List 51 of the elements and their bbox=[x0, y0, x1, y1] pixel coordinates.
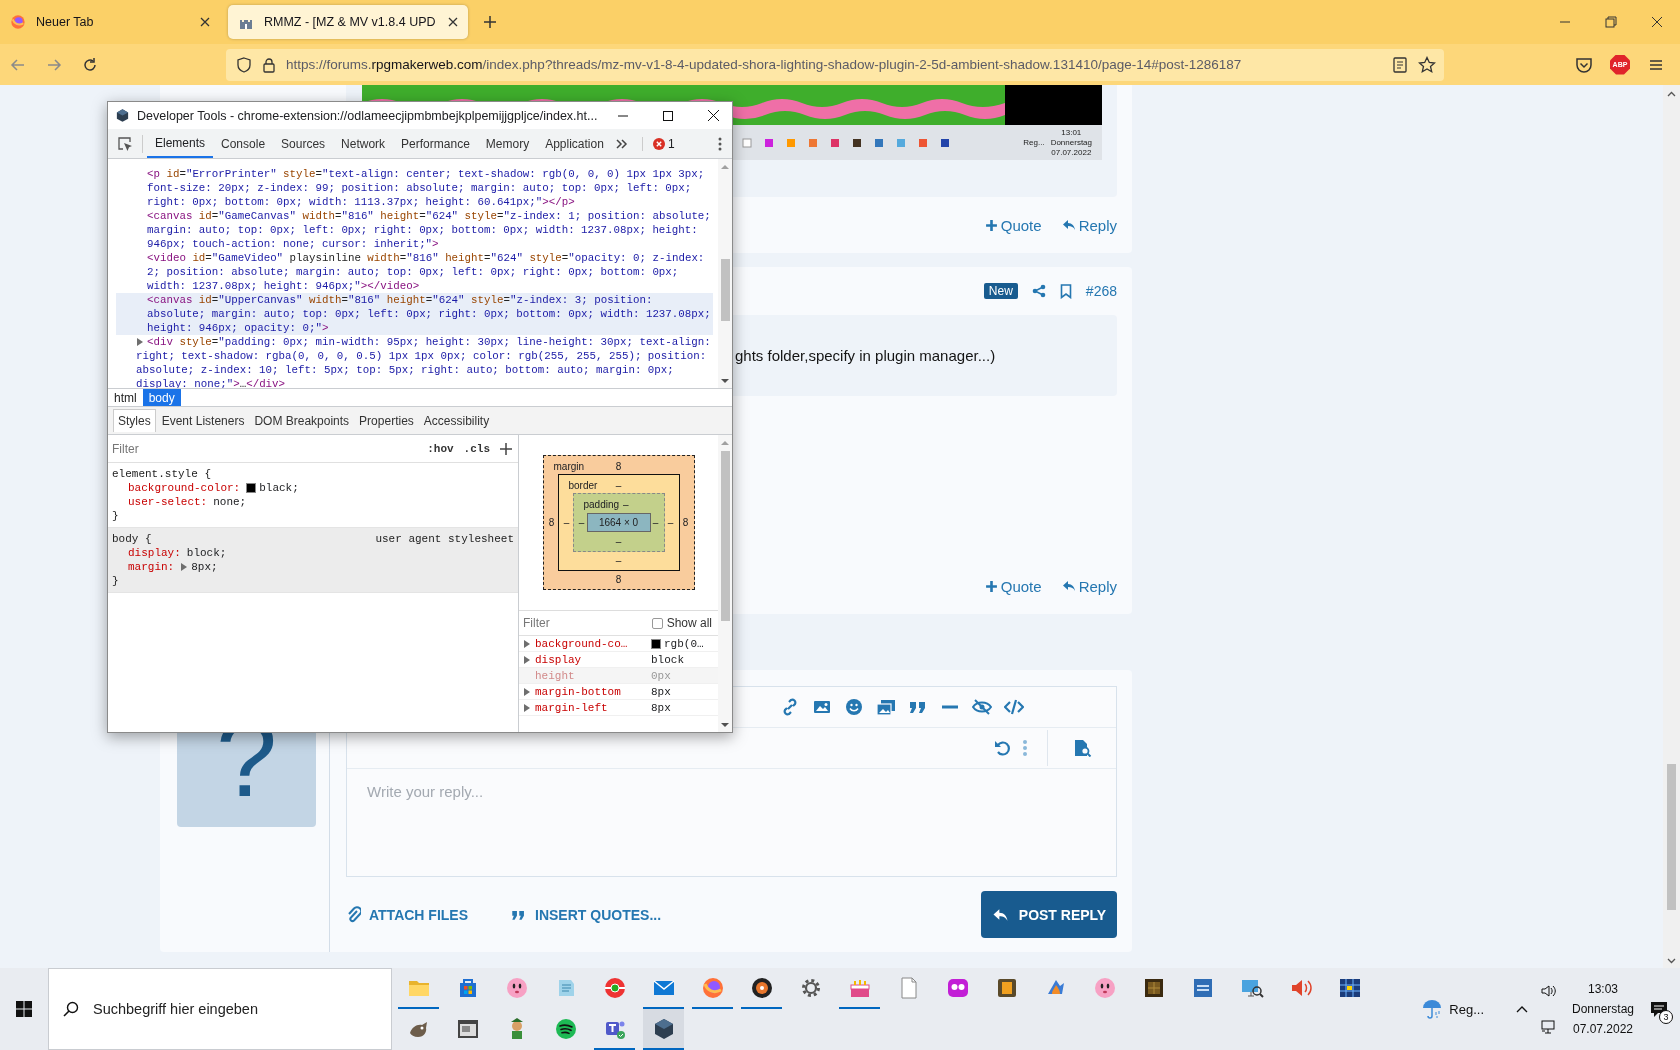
content-size: 1664 × 0 bbox=[586, 513, 651, 532]
box-model-value: 8 bbox=[548, 517, 555, 528]
computed-value: rgb(0… bbox=[664, 637, 704, 650]
box-model-value: – bbox=[615, 479, 622, 491]
rule-source: user agent stylesheet bbox=[375, 532, 514, 546]
computed-property: display bbox=[535, 653, 583, 666]
box-model-value: – bbox=[615, 554, 622, 566]
rule-brace: } bbox=[112, 574, 119, 588]
box-model-value: – bbox=[563, 517, 570, 528]
box-model-label: padding bbox=[582, 498, 620, 510]
box-model-value: – bbox=[652, 517, 659, 528]
css-value: 8px; bbox=[191, 560, 218, 574]
rule-brace: } bbox=[112, 509, 119, 523]
checkbox-label: Show all bbox=[666, 616, 712, 630]
box-model-label: border bbox=[567, 479, 598, 491]
clock-time: 13:03 bbox=[1588, 982, 1618, 996]
computed-property: margin-bottom bbox=[535, 685, 622, 698]
computed-value: block bbox=[651, 653, 684, 666]
computed-property: background-co… bbox=[535, 637, 629, 650]
computed-value: 8px bbox=[651, 685, 671, 698]
box-model-value: 8 bbox=[615, 573, 622, 585]
new-badge: New bbox=[983, 283, 1018, 299]
tray-label: Reg... bbox=[1023, 138, 1045, 147]
clock-day: Donnerstag bbox=[1571, 1002, 1634, 1016]
css-value: black; bbox=[259, 481, 299, 495]
css-property: margin: bbox=[128, 560, 175, 574]
window-title: Developer Tools - chrome-extension://odlameecjipmbmbejkplpemijjgpljce/index.ht... bbox=[137, 108, 598, 123]
css-value: block; bbox=[186, 546, 227, 560]
box-model-value: – bbox=[667, 517, 674, 528]
computed-value: 0px bbox=[651, 669, 671, 682]
box-model-value: 8 bbox=[682, 517, 689, 528]
clock-date: 07.07.2022 bbox=[1572, 1022, 1634, 1036]
computed-property: height bbox=[535, 669, 576, 682]
box-model-value: 8 bbox=[615, 460, 622, 472]
css-property: display: bbox=[128, 546, 181, 560]
css-property: user-select: bbox=[128, 495, 208, 509]
computed-value: 8px bbox=[651, 701, 671, 714]
box-model-value: – bbox=[615, 535, 622, 547]
box-model-label: margin bbox=[552, 460, 585, 472]
clock-date: 07.07.2022 bbox=[1051, 148, 1092, 157]
rule-selector: element.style { bbox=[112, 467, 212, 481]
computed-property: margin-left bbox=[535, 701, 609, 714]
css-property: background-color: bbox=[128, 481, 241, 495]
notification-count: 3 bbox=[1659, 1010, 1673, 1024]
clock-day: Donnerstag bbox=[1050, 138, 1092, 147]
clock-time: 13:01 bbox=[1061, 128, 1082, 137]
box-model-value: – bbox=[623, 498, 629, 510]
rule-selector: body { bbox=[112, 532, 152, 546]
css-value: none; bbox=[213, 495, 247, 509]
url-text: https://forums.rpgmakerweb.com/index.php?threads/mz-mv-v1-8-4-updated-shora-lighting-shadow-plugin-2-5d-ambient-shadow.131410/page-14#post-1286187 bbox=[286, 57, 1243, 72]
box-model-value: – bbox=[578, 517, 585, 528]
